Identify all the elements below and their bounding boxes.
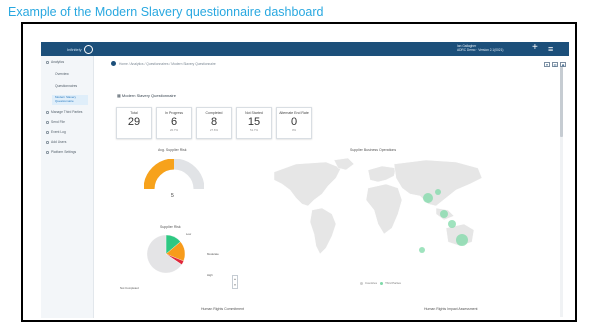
- stat-label: Alternate End Rate: [279, 111, 309, 115]
- stat-percent: 27.6%: [210, 128, 218, 132]
- stat-card-completed[interactable]: Completed 8 27.6%: [196, 107, 232, 139]
- home-icon[interactable]: [111, 61, 116, 66]
- sidebar: Analytics Overview Questionnaires Modern…: [41, 56, 94, 318]
- gear-icon: [46, 150, 49, 154]
- map-bubble[interactable]: [448, 220, 456, 228]
- pie-label-low: Low: [186, 232, 192, 236]
- map-bubble[interactable]: [423, 193, 433, 203]
- page-title: ▦ Modern Slavery Questionnaire: [117, 93, 176, 98]
- stat-label: In Progress: [165, 111, 183, 115]
- user-org: ADRC Demo · Version 2.1(0021): [457, 48, 504, 53]
- chart-icon: [46, 60, 49, 64]
- stat-card-alternate-end-rate[interactable]: Alternate End Rate 0 0%: [276, 107, 312, 139]
- breadcrumb[interactable]: Home / Analytics / Questionnaires / Mode…: [119, 62, 216, 66]
- sidebar-item-event-log[interactable]: Event Log: [46, 130, 66, 134]
- supplier-risk-gauge: [144, 159, 204, 190]
- stat-card-in-progress[interactable]: In Progress 6 20.7%: [156, 107, 192, 139]
- stat-percent: 0%: [291, 128, 297, 132]
- pie-label-high: High: [207, 273, 213, 277]
- legend-countries[interactable]: Countries: [365, 281, 377, 285]
- log-icon: [46, 130, 49, 134]
- app-logo[interactable]: Infinitely: [67, 44, 93, 54]
- stat-value: 8: [210, 116, 218, 128]
- map-europe: [367, 165, 397, 183]
- user-info[interactable]: Ian Gallagher ADRC Demo · Version 2.1(00…: [457, 44, 503, 53]
- sidebar-item-label: Send File: [51, 120, 65, 124]
- users-icon: [46, 110, 49, 114]
- scrollbar-thumb[interactable]: [560, 67, 563, 137]
- pie-label-moderate: Moderate: [207, 252, 219, 256]
- map-title: Supplier Business Operations: [350, 148, 397, 152]
- map-africa: [365, 183, 403, 235]
- main-content: Home / Analytics / Questionnaires / Mode…: [94, 56, 566, 318]
- map-asia: [393, 159, 483, 207]
- stat-value: 29: [127, 116, 141, 128]
- legend-third-parties[interactable]: Third Parties: [385, 281, 401, 285]
- sidebar-item-label: Manage Third Parties: [51, 110, 83, 114]
- supplier-operations-map: [273, 157, 483, 255]
- sidebar-item-label: Analytics: [51, 60, 65, 64]
- sidebar-item-modern-slavery[interactable]: Modern Slavery Questionnaire: [55, 95, 85, 103]
- stat-label: Not Started: [245, 111, 263, 115]
- page-title-text: Modern Slavery Questionnaire: [121, 93, 176, 98]
- caption: Example of the Modern Slavery questionna…: [8, 5, 324, 19]
- supplier-risk-pie: [146, 234, 186, 274]
- stat-card-total[interactable]: Total 29: [116, 107, 152, 139]
- map-south-america: [309, 207, 337, 255]
- legend-swatch-third-parties: [380, 281, 384, 285]
- pie-title: Supplier Risk: [160, 225, 181, 229]
- filter-button[interactable]: ▼: [544, 62, 550, 67]
- map-bubble[interactable]: [435, 189, 441, 195]
- sidebar-item-platform-settings[interactable]: Platform Settings: [46, 150, 76, 154]
- sidebar-item-add-users[interactable]: Add Users: [46, 140, 66, 144]
- legend-pager[interactable]: ▲ ▼: [232, 275, 238, 289]
- send-icon: [46, 120, 49, 124]
- stat-label: Completed: [205, 111, 223, 115]
- map-bubble[interactable]: [456, 234, 468, 246]
- logo-ring-icon: [83, 44, 93, 54]
- sidebar-item-label: Platform Settings: [51, 150, 77, 154]
- user-add-icon: [46, 140, 49, 144]
- gauge-title: Avg. Supplier Risk: [158, 148, 187, 152]
- sidebar-item-label: Add Users: [51, 140, 67, 144]
- map-bubble[interactable]: [440, 210, 448, 218]
- stat-value: 6: [170, 116, 178, 128]
- screenshot-frame: Infinitely Ian Gallagher ADRC Demo · Ver…: [21, 22, 577, 322]
- top-bar: Infinitely Ian Gallagher ADRC Demo · Ver…: [41, 42, 569, 56]
- gauge-value: 5: [171, 193, 174, 199]
- section-title-impact-assessment: Human Rights Impact Assessment: [424, 307, 478, 311]
- stat-percent: 20.7%: [170, 128, 178, 132]
- stat-value: 0: [290, 116, 298, 128]
- pie-label-not-completed: Not Completed: [120, 286, 139, 290]
- sidebar-item-third-parties[interactable]: Manage Third Parties: [46, 110, 82, 114]
- map-legend: Countries Third Parties: [360, 281, 401, 285]
- sidebar-item-overview[interactable]: Overview: [55, 72, 69, 76]
- scrollbar[interactable]: [560, 67, 563, 317]
- add-button[interactable]: +: [532, 42, 538, 54]
- stat-label: Total: [130, 111, 138, 115]
- sidebar-item-label: Event Log: [51, 130, 66, 134]
- sidebar-item-send-file[interactable]: Send File: [46, 120, 65, 124]
- layout-button[interactable]: ▥: [552, 62, 558, 67]
- sidebar-item-questionnaires[interactable]: Questionnaires: [55, 84, 77, 88]
- stat-value: 15: [247, 116, 261, 128]
- stat-card-not-started[interactable]: Not Started 15 51.7%: [236, 107, 272, 139]
- sidebar-item-analytics[interactable]: Analytics: [46, 60, 64, 64]
- section-title-commitment: Human Rights Commitment: [201, 307, 244, 311]
- gauge-fill: [144, 159, 175, 190]
- stat-percent: 51.7%: [250, 128, 258, 132]
- menu-icon[interactable]: ≡: [548, 43, 553, 55]
- logo-text: Infinitely: [67, 46, 82, 52]
- legend-swatch-countries: [360, 281, 363, 285]
- map-bubble[interactable]: [419, 247, 425, 253]
- map-north-america: [273, 161, 342, 207]
